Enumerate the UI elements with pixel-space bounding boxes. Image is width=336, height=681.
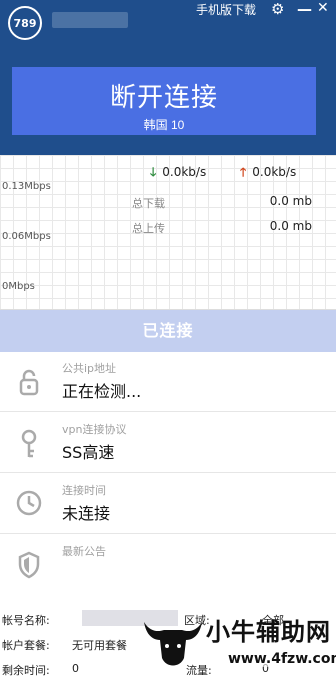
- protocol-label: vpn连接协议: [62, 423, 127, 436]
- arrow-up-icon: 🡑: [240, 165, 247, 179]
- blurred-account-name: [82, 610, 178, 626]
- mobile-download-link[interactable]: 手机版下载: [196, 1, 256, 18]
- minimize-icon[interactable]: —: [297, 0, 312, 18]
- protocol-row: vpn连接协议 SS高速: [0, 413, 336, 473]
- account-name-label: 帐号名称:: [2, 614, 50, 627]
- shield-icon: [16, 551, 42, 581]
- y-label-bottom: 0Mbps: [2, 281, 35, 292]
- public-ip-row: 公共ip地址 正在检测...: [0, 352, 336, 412]
- connection-status: 已连接: [0, 310, 336, 352]
- title-bar: 789 手机版下载 ⚙ — ✕: [0, 0, 336, 45]
- traffic-value: 0: [262, 662, 269, 675]
- connection-time-label: 连接时间: [62, 484, 106, 497]
- total-download-value: 0.0 mb: [269, 194, 312, 208]
- key-icon: [16, 429, 42, 459]
- connection-time-value: 未连接: [62, 504, 111, 523]
- announcement-label: 最新公告: [62, 545, 106, 558]
- y-label-mid: 0.06Mbps: [2, 231, 51, 242]
- remaining-time-label: 剩余时间:: [2, 664, 50, 677]
- total-upload-label: 总上传: [132, 222, 165, 235]
- connection-time-row: 连接时间 未连接: [0, 474, 336, 534]
- app-logo: 789: [8, 6, 42, 40]
- arrow-down-icon: 🡓: [150, 165, 157, 179]
- region-value: 全部: [262, 614, 284, 627]
- public-ip-value: 正在检测...: [62, 382, 142, 401]
- upload-rate: 🡑 0.0kb/s: [240, 165, 297, 179]
- plan-label: 帐户套餐:: [2, 639, 50, 652]
- server-name: 韩国 10: [143, 118, 185, 132]
- protocol-value: SS高速: [62, 443, 115, 462]
- announcement-row[interactable]: 最新公告: [0, 535, 336, 595]
- region-label: 区域:: [184, 614, 210, 627]
- remaining-time-value: 0: [72, 662, 79, 675]
- plan-value: 无可用套餐: [72, 639, 127, 652]
- connect-panel: 断开连接 韩国 10: [0, 45, 336, 155]
- close-icon[interactable]: ✕: [317, 0, 329, 16]
- disconnect-label: 断开连接: [109, 82, 218, 112]
- gear-icon[interactable]: ⚙: [271, 0, 284, 18]
- disconnect-button[interactable]: 断开连接 韩国 10: [12, 67, 316, 135]
- y-label-top: 0.13Mbps: [2, 181, 51, 192]
- total-upload-value: 0.0 mb: [269, 219, 312, 233]
- public-ip-label: 公共ip地址: [62, 362, 117, 375]
- total-download-label: 总下载: [132, 197, 165, 210]
- clock-icon: [16, 490, 42, 520]
- download-rate: 🡓 0.0kb/s: [150, 165, 207, 179]
- lock-icon: [16, 368, 42, 398]
- account-info: 帐号名称: 区域: 全部 帐户套餐: 无可用套餐 剩余时间: 0 流量: 0: [0, 600, 336, 681]
- traffic-graph: 0.13Mbps 0.06Mbps 0Mbps 🡓 0.0kb/s 🡑 0.0kb/…: [0, 155, 336, 310]
- blurred-username: [52, 12, 128, 28]
- traffic-label: 流量:: [186, 664, 212, 677]
